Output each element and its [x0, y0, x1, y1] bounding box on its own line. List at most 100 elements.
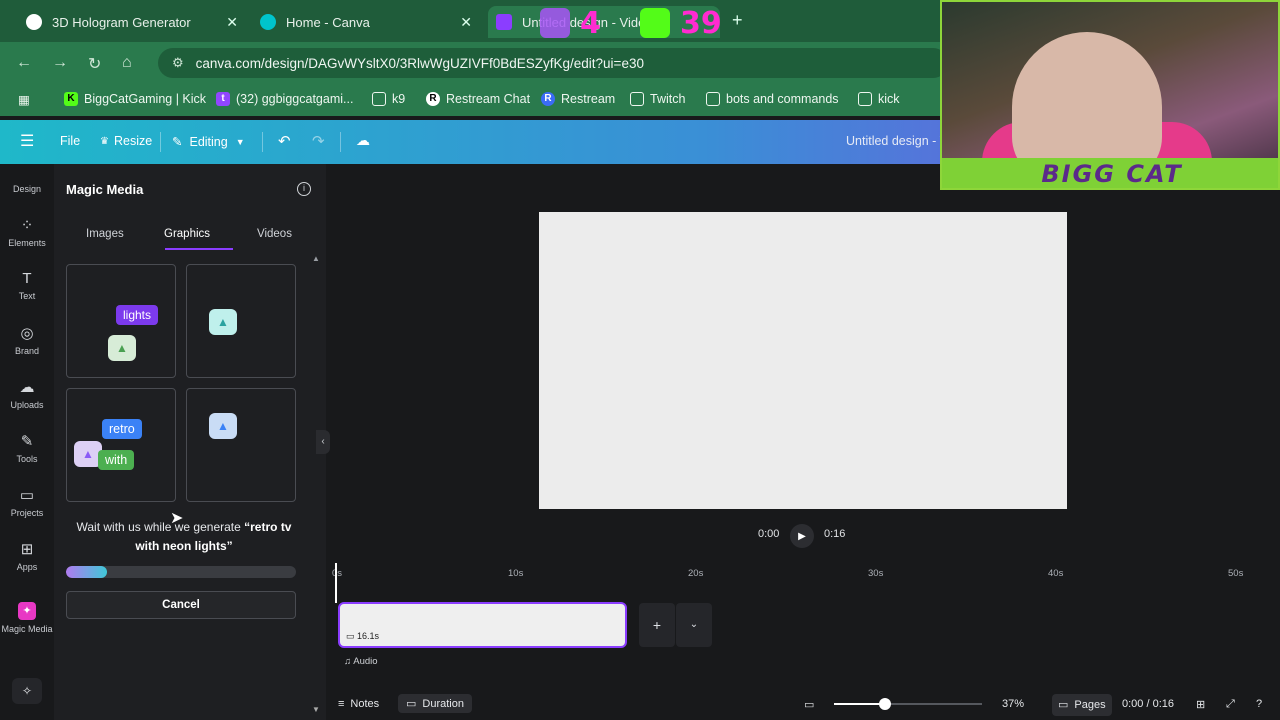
editing-mode-button[interactable]: ✎ Editing ▼ [172, 134, 245, 150]
tab-graphics[interactable]: Graphics [164, 228, 210, 240]
add-page-button[interactable]: + [639, 603, 675, 647]
rail-uploads[interactable]: ☁ Uploads [0, 378, 54, 410]
rail-elements[interactable]: ⁘ Elements [0, 216, 54, 248]
reload-icon[interactable]: ↻ [88, 54, 101, 74]
play-button[interactable]: ▶ [790, 524, 814, 548]
zoom-slider-knob[interactable] [879, 698, 891, 710]
tab-canva-home[interactable]: Home - Canva ✕ [252, 6, 480, 38]
site-settings-icon[interactable]: ⚙ [172, 55, 184, 71]
divider [340, 132, 341, 152]
forward-icon[interactable]: → [52, 54, 68, 72]
page-options-button[interactable]: ⌄ [676, 603, 712, 647]
bookmark-twitch-channel[interactable]: t (32) ggbiggcatgami... [216, 92, 353, 106]
cancel-button[interactable]: Cancel [66, 591, 296, 619]
bookmark-label: (32) ggbiggcatgami... [236, 92, 354, 106]
bookmark-bots-folder[interactable]: bots and commands [706, 92, 839, 106]
info-icon[interactable]: i [297, 182, 311, 196]
editing-label: Editing [189, 134, 228, 149]
rail-label: Brand [14, 346, 40, 356]
redo-icon[interactable]: ↷ [312, 132, 325, 150]
rail-design[interactable]: Design [0, 184, 54, 194]
rail-text[interactable]: T Text [0, 270, 54, 301]
rail-label: Apps [16, 562, 38, 572]
url-field[interactable]: ⚙ canva.com/design/DAGvWYsltX0/3RlwWgUZI… [158, 48, 948, 78]
bookmark-kick-folder[interactable]: kick [858, 92, 900, 106]
rail-magic-media[interactable]: ✦ Magic Media [0, 602, 54, 634]
pencil-icon: ✎ [172, 135, 183, 149]
text-icon: T [22, 270, 32, 287]
image-placeholder-icon: ▲ [108, 335, 136, 361]
resize-label: Resize [113, 134, 153, 148]
generated-graphic-card[interactable]: lights ▲ [66, 264, 176, 378]
progress-fill [66, 566, 108, 578]
chevron-down-icon: ⌄ [689, 619, 699, 630]
rail-label: Magic Media [1, 624, 53, 634]
bookmark-kick[interactable]: K BiggCatGaming | Kick [64, 92, 206, 106]
rail-label: Elements [8, 238, 46, 248]
video-icon: ▭ [346, 631, 358, 641]
close-icon[interactable]: ✕ [226, 14, 238, 31]
rail-tools[interactable]: ✎ Tools [0, 432, 54, 464]
bookmark-label: Restream [561, 92, 616, 106]
magic-sparkle-button[interactable]: ✧ [12, 678, 42, 704]
fit-screen-icon[interactable]: ▭ [804, 698, 814, 711]
cloud-save-icon[interactable]: ☁ [356, 132, 370, 149]
duration-label: Duration [422, 697, 464, 710]
generated-graphic-card[interactable]: retro ▲ with [66, 388, 176, 502]
grid-view-icon[interactable]: ⊞ [1196, 698, 1205, 711]
duration-button[interactable]: ▭ Duration [398, 694, 472, 713]
generation-status: Wait with us while we generate “retro tv… [66, 518, 302, 556]
design-title[interactable]: Untitled design - V [846, 134, 948, 148]
resize-button[interactable]: ♛ Resize [100, 134, 152, 148]
twitch-viewer-count: 4 [580, 6, 601, 41]
bookmark-restream-chat[interactable]: R Restream Chat [426, 92, 530, 106]
fullscreen-icon[interactable]: ⤢ [1226, 698, 1235, 711]
folder-icon [372, 92, 386, 106]
notes-button[interactable]: ≡ Notes [338, 698, 379, 710]
timeline-tick: 0s [332, 568, 343, 579]
bookmark-k9[interactable]: k9 [372, 92, 405, 106]
bookmark-twitch-folder[interactable]: Twitch [630, 92, 685, 106]
file-menu[interactable]: File [60, 134, 80, 148]
audio-track[interactable]: ♫ Audio [344, 656, 378, 667]
tab-videos[interactable]: Videos [257, 228, 292, 240]
projects-icon: ▭ [19, 487, 35, 504]
generated-graphic-card[interactable]: ▲ [186, 264, 296, 378]
apps-grid-icon[interactable]: ▦ [18, 92, 30, 107]
rail-projects[interactable]: ▭ Projects [0, 486, 54, 518]
github-icon [26, 14, 42, 30]
back-icon[interactable]: ← [16, 54, 32, 72]
collapse-panel-button[interactable]: ‹ [316, 430, 330, 454]
scroll-up-icon[interactable]: ▲ [312, 254, 320, 263]
bookmark-restream[interactable]: R Restream [541, 92, 615, 106]
menu-icon[interactable]: ☰ [20, 131, 34, 151]
undo-icon[interactable]: ↶ [278, 132, 291, 150]
canva-icon [260, 14, 276, 30]
help-icon[interactable]: ? [1256, 698, 1262, 710]
folder-icon [630, 92, 644, 106]
rail-label: Tools [16, 454, 38, 464]
tab-images[interactable]: Images [86, 228, 124, 240]
rail-apps[interactable]: ⊞ Apps [0, 540, 54, 572]
scroll-down-icon[interactable]: ▼ [312, 705, 320, 714]
video-clip[interactable]: ▭ 16.1s [338, 602, 627, 648]
divider [262, 132, 263, 152]
pages-label: Pages [1074, 698, 1106, 711]
clip-duration-text: 16.1s [357, 631, 380, 641]
close-icon[interactable]: ✕ [460, 14, 472, 31]
total-time: 0:16 [824, 528, 846, 540]
restream-icon: R [426, 92, 440, 106]
notes-icon: ≡ [338, 698, 345, 710]
prompt-chip: lights [116, 305, 159, 325]
design-artboard[interactable] [539, 212, 1067, 509]
zoom-level[interactable]: 37% [1002, 698, 1024, 710]
kick-icon [640, 8, 670, 38]
rail-brand[interactable]: ◎ Brand [0, 324, 54, 356]
uploads-icon: ☁ [19, 379, 35, 396]
home-icon[interactable]: ⌂ [122, 54, 132, 72]
new-tab-button[interactable]: + [732, 10, 743, 31]
tab-hologram[interactable]: 3D Hologram Generator ✕ [18, 6, 246, 38]
generated-graphic-card[interactable]: ▲ [186, 388, 296, 502]
tab-label: Home - Canva [286, 14, 370, 30]
playhead[interactable] [335, 563, 337, 603]
